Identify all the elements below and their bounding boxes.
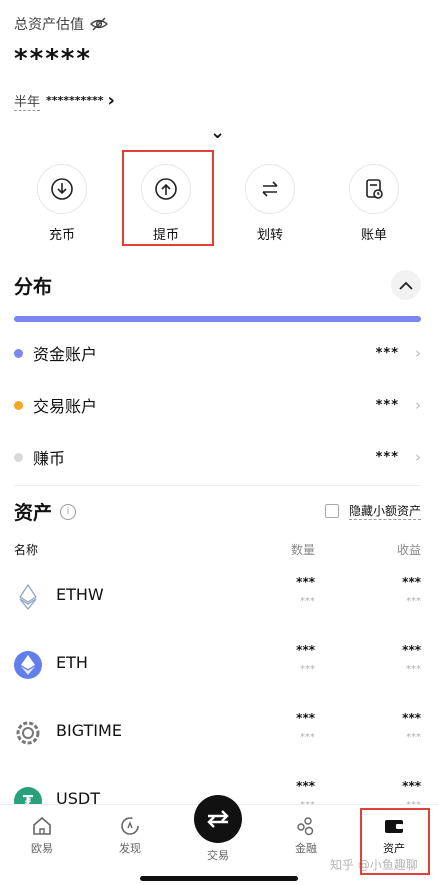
nav-label: 欧易	[31, 842, 53, 855]
eye-hidden-icon[interactable]	[90, 17, 108, 31]
earn-dot	[14, 452, 23, 462]
distribution-row-value: ***	[375, 345, 399, 361]
asset-income-sub: ***	[406, 596, 421, 607]
funding-dot	[14, 348, 23, 358]
hide-small-assets-toggle[interactable]: 隐藏小额资产	[324, 502, 421, 520]
transfer-button[interactable]: 划转	[230, 164, 310, 243]
asset-row-ethw[interactable]: ETHW *** *** *** ***	[14, 572, 421, 622]
trade-icon	[194, 795, 242, 843]
chevron-right-icon: ›	[415, 344, 421, 362]
bill-button[interactable]: 账单	[334, 164, 414, 243]
checkbox[interactable]	[324, 504, 339, 518]
assets-title: 资产	[14, 502, 53, 524]
watermark: 知乎 @小鱼趣聊	[330, 858, 418, 872]
header-title-row: 总资产估值	[14, 14, 108, 34]
chevron-right-icon: ›	[415, 396, 421, 414]
column-name-header: 名称	[14, 543, 39, 557]
collapse-chevron-icon[interactable]	[391, 270, 421, 300]
nav-label: 发现	[119, 842, 141, 855]
distribution-row-funding[interactable]: 资金账户 *** ›	[14, 338, 421, 368]
period-value: **********	[46, 94, 104, 107]
nav-item-trade[interactable]: 交易	[188, 795, 248, 863]
column-income-header: 收益	[396, 543, 421, 557]
bill-icon	[349, 164, 399, 214]
distribution-bar	[14, 316, 421, 322]
info-icon[interactable]: i	[60, 503, 77, 520]
distribution-title: 分布	[14, 276, 53, 298]
home-icon	[12, 815, 72, 840]
discover-icon	[100, 815, 160, 840]
asset-income: ***	[402, 575, 421, 589]
asset-income-sub: ***	[406, 732, 421, 743]
ethw-icon	[14, 583, 42, 611]
distribution-row-name: 赚币	[33, 449, 66, 468]
deposit-button[interactable]: 充币	[22, 164, 102, 243]
transfer-icon	[245, 164, 295, 214]
asset-name: BIGTIME	[56, 721, 122, 740]
period-row[interactable]: 半年 ********** ›	[14, 90, 115, 111]
bigtime-icon	[14, 719, 42, 747]
transfer-label: 划转	[256, 228, 283, 243]
divider	[14, 485, 421, 486]
asset-qty-sub: ***	[300, 732, 315, 743]
deposit-label: 充币	[48, 228, 75, 243]
period-chevron-icon[interactable]: ›	[108, 90, 115, 111]
deposit-icon	[37, 164, 87, 214]
chevron-right-icon: ›	[415, 448, 421, 466]
bill-label: 账单	[360, 228, 387, 243]
asset-name: ETH	[56, 653, 88, 672]
asset-qty: ***	[296, 643, 315, 657]
finance-icon	[276, 815, 336, 840]
distribution-row-value: ***	[375, 449, 399, 465]
distribution-row-value: ***	[375, 397, 399, 413]
nav-item-discover[interactable]: 发现	[100, 815, 160, 856]
asset-name: ETHW	[56, 585, 104, 604]
trading-dot	[14, 400, 23, 410]
distribution-row-trading[interactable]: 交易账户 *** ›	[14, 390, 421, 420]
asset-income: ***	[402, 711, 421, 725]
asset-qty: ***	[296, 711, 315, 725]
asset-income: ***	[402, 643, 421, 657]
home-indicator	[140, 876, 298, 881]
nav-item-home[interactable]: 欧易	[12, 815, 72, 856]
asset-qty: ***	[296, 779, 315, 793]
hide-small-assets-label: 隐藏小额资产	[348, 504, 421, 520]
eth-icon	[14, 651, 42, 679]
nav-item-finance[interactable]: 金融	[276, 815, 336, 856]
nav-label: 金融	[295, 842, 317, 855]
period-label[interactable]: 半年	[14, 91, 41, 111]
nav-label: 交易	[207, 849, 229, 862]
asset-qty: ***	[296, 575, 315, 589]
distribution-row-earn[interactable]: 赚币 *** ›	[14, 442, 421, 472]
highlight-box	[122, 150, 214, 246]
asset-income: ***	[402, 779, 421, 793]
balance-value: *****	[14, 44, 92, 74]
column-qty-header: 数量	[290, 543, 315, 557]
asset-row-bigtime[interactable]: BIGTIME *** *** *** ***	[14, 708, 421, 758]
asset-qty-sub: ***	[300, 596, 315, 607]
distribution-row-name: 资金账户	[33, 345, 98, 364]
asset-row-eth[interactable]: ETH *** *** *** ***	[14, 640, 421, 690]
expand-chevron-icon[interactable]: ⌄	[210, 122, 225, 143]
asset-income-sub: ***	[406, 664, 421, 675]
asset-qty-sub: ***	[300, 664, 315, 675]
total-asset-title: 总资产估值	[14, 17, 84, 33]
distribution-row-name: 交易账户	[33, 397, 98, 416]
assets-title-row: 资产 i	[14, 498, 77, 525]
